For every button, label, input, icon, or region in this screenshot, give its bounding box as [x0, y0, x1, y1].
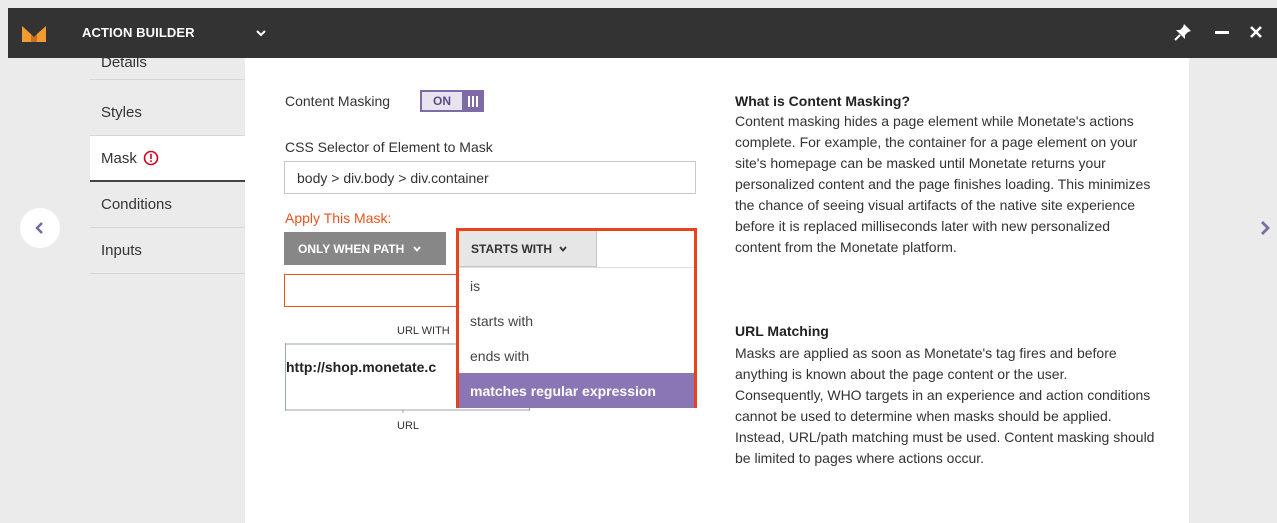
chevron-left-icon — [35, 222, 43, 234]
minimize-icon[interactable] — [1212, 22, 1232, 42]
sidebar-item-styles[interactable]: Styles — [90, 90, 245, 136]
monetate-logo-icon — [22, 26, 46, 42]
sidebar-item-label: Mask — [101, 149, 137, 167]
option-starts-with[interactable]: starts with — [459, 303, 694, 338]
sidebar: Details Styles Mask Conditions Inputs — [90, 54, 245, 523]
match-type-dropdown[interactable]: STARTS WITH is starts with ends with mat… — [456, 228, 697, 408]
left-gutter — [8, 58, 90, 523]
option-matches-regex[interactable]: matches regular expression — [459, 373, 694, 408]
sidebar-item-inputs[interactable]: Inputs — [90, 228, 245, 274]
apply-mask-label: Apply This Mask: — [285, 210, 392, 226]
sidebar-item-conditions[interactable]: Conditions — [90, 182, 245, 228]
diagram-top-label: URL WITH — [397, 325, 450, 337]
option-label: ends with — [470, 347, 530, 364]
diagram-bottom-label: URL — [397, 420, 420, 432]
content-masking-toggle[interactable]: ON — [420, 90, 484, 112]
css-selector-value: body > div.body > div.container — [297, 169, 489, 186]
sidebar-item-details[interactable]: Details — [90, 46, 245, 80]
help-title-content-masking: What is Content Masking? — [735, 93, 910, 109]
help-body-url-matching: Masks are applied as soon as Monetate's … — [735, 345, 1155, 466]
app-title: ACTION BUILDER — [82, 25, 195, 40]
help-title-url-matching: URL Matching — [735, 323, 829, 339]
toggle-state-label: ON — [422, 92, 462, 110]
chevron-right-icon[interactable] — [1256, 219, 1274, 237]
right-gutter — [1189, 58, 1277, 523]
previous-step-button[interactable] — [20, 208, 60, 248]
help-body-content-masking: Content masking hides a page element whi… — [735, 113, 1151, 255]
option-label: matches regular expression — [470, 382, 656, 399]
path-condition-label: ONLY WHEN PATH — [298, 241, 405, 256]
sidebar-item-label: Conditions — [101, 196, 172, 213]
chevron-down-icon — [413, 245, 421, 252]
option-ends-with[interactable]: ends with — [459, 338, 694, 373]
match-type-selected: STARTS WITH — [471, 241, 553, 256]
close-icon[interactable] — [1246, 22, 1266, 42]
css-selector-input[interactable]: body > div.body > div.container — [284, 161, 696, 194]
grip-icon — [462, 95, 484, 107]
chevron-down-icon[interactable] — [254, 26, 268, 40]
diagram-url-text: http://shop.monetate.c — [286, 359, 437, 375]
sidebar-item-mask[interactable]: Mask — [90, 136, 245, 182]
option-is[interactable]: is — [459, 268, 694, 303]
path-value-input[interactable] — [284, 274, 459, 307]
css-selector-label: CSS Selector of Element to Mask — [285, 139, 493, 155]
sidebar-item-label: Inputs — [101, 242, 142, 259]
content-masking-label: Content Masking — [285, 93, 391, 109]
sidebar-item-label: Details — [101, 54, 147, 71]
pin-icon[interactable] — [1173, 22, 1193, 42]
path-condition-button[interactable]: ONLY WHEN PATH — [284, 232, 446, 265]
sidebar-item-label: Styles — [101, 104, 142, 121]
match-type-button[interactable]: STARTS WITH — [459, 231, 597, 267]
chevron-down-icon — [559, 245, 567, 252]
option-label: is — [470, 277, 481, 294]
alert-circle-icon — [143, 150, 159, 166]
option-label: starts with — [470, 312, 534, 329]
match-type-menu: is starts with ends with matches regular… — [459, 267, 694, 408]
